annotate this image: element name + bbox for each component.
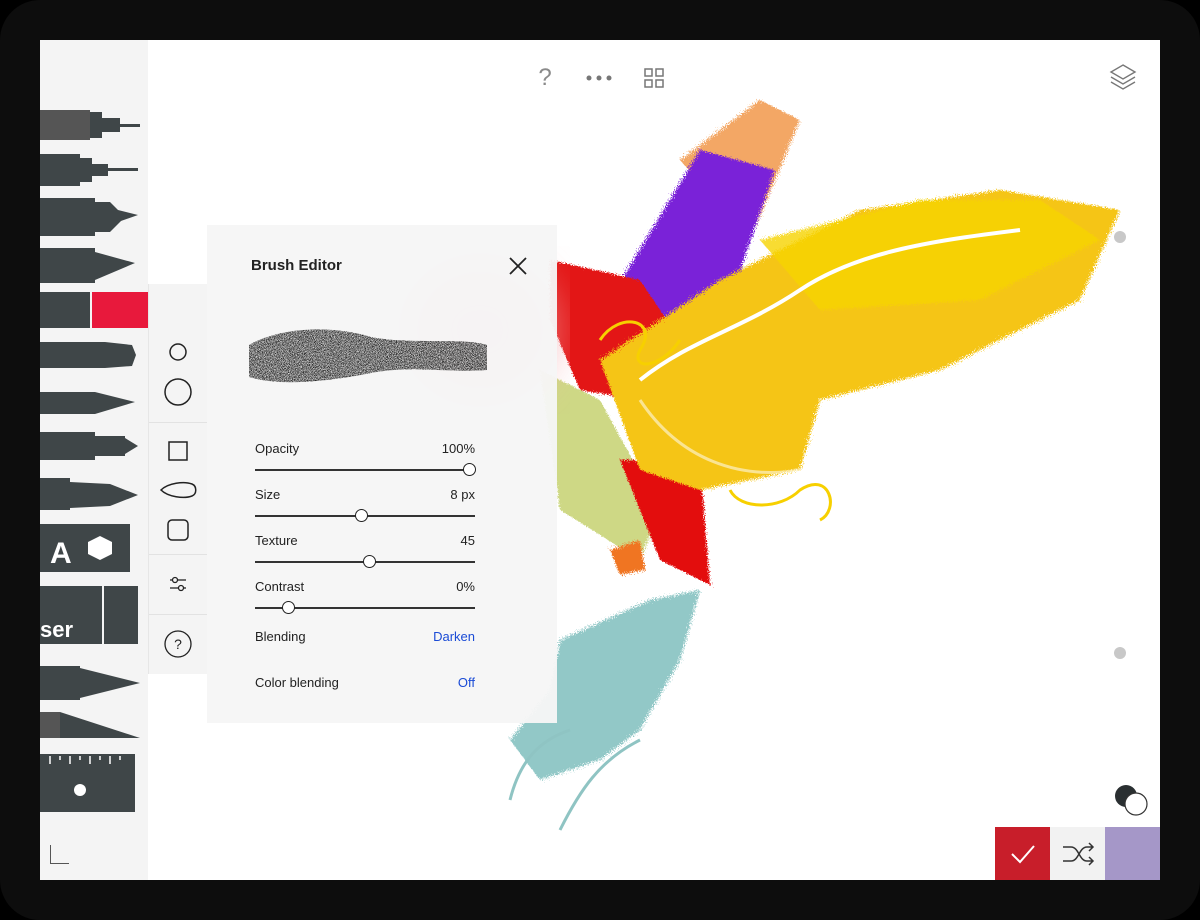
spray-tool[interactable] bbox=[40, 666, 140, 700]
size-row: Size 8 px bbox=[255, 487, 475, 507]
brush-settings-button[interactable] bbox=[149, 564, 207, 604]
texture-row: Texture 45 bbox=[255, 533, 475, 553]
square-tip-button[interactable] bbox=[149, 432, 207, 470]
ruler-tool[interactable] bbox=[40, 754, 135, 812]
close-icon[interactable] bbox=[503, 251, 533, 281]
color-swatch[interactable] bbox=[1105, 827, 1160, 880]
size-label: Size bbox=[255, 487, 281, 502]
shuffle-button[interactable] bbox=[1050, 827, 1105, 880]
divider bbox=[149, 422, 207, 423]
text-tool-letter: A bbox=[50, 537, 72, 570]
texture-value: 45 bbox=[460, 533, 475, 548]
contrast-slider[interactable] bbox=[255, 601, 475, 615]
large-circle-icon bbox=[164, 378, 192, 406]
drawing-screen: A ser ? ? Brush Editor Opacity 100% Size… bbox=[40, 40, 1160, 880]
size-slider[interactable] bbox=[255, 509, 475, 523]
slider-knob[interactable] bbox=[355, 509, 368, 522]
blending-value[interactable]: Darken bbox=[433, 629, 475, 644]
panel-title: Brush Editor bbox=[251, 257, 342, 274]
opacity-row: Opacity 100% bbox=[255, 441, 475, 461]
slider-knob[interactable] bbox=[463, 463, 476, 476]
watercolor-tool[interactable] bbox=[40, 432, 138, 460]
pastel-tool[interactable] bbox=[40, 342, 136, 368]
small-circle-icon bbox=[169, 343, 187, 361]
brush-stroke-preview bbox=[249, 329, 487, 383]
layers-icon[interactable] bbox=[1105, 60, 1141, 96]
teardrop-tip-button[interactable] bbox=[149, 472, 207, 508]
fountain-pen-tool[interactable] bbox=[40, 478, 138, 510]
opacity-slider[interactable] bbox=[255, 463, 476, 477]
slider-knob[interactable] bbox=[363, 555, 376, 568]
color-blending-label: Color blending bbox=[255, 675, 339, 690]
brush-options-bar: ? bbox=[148, 284, 207, 674]
opacity-value: 100% bbox=[441, 441, 475, 456]
blending-label: Blending bbox=[255, 629, 306, 644]
confirm-button[interactable] bbox=[995, 827, 1050, 880]
scroll-indicator-bottom[interactable] bbox=[1114, 647, 1126, 659]
eraser-label: ser bbox=[40, 617, 73, 642]
slider-track bbox=[255, 469, 475, 471]
contrast-value: 0% bbox=[456, 579, 475, 594]
rounded-square-button[interactable] bbox=[149, 510, 207, 550]
pencil-tool-selected[interactable] bbox=[40, 292, 184, 328]
opacity-label: Opacity bbox=[255, 441, 300, 456]
contrast-label: Contrast bbox=[255, 579, 305, 594]
brush-tools: A ser bbox=[40, 110, 184, 812]
sliders-icon bbox=[170, 576, 186, 592]
texture-slider[interactable] bbox=[255, 555, 475, 569]
blending-row[interactable]: Blending Darken bbox=[255, 629, 475, 649]
scroll-indicator-top[interactable] bbox=[1114, 231, 1126, 243]
grid-icon[interactable] bbox=[636, 60, 672, 96]
color-toggle-icon[interactable] bbox=[1112, 782, 1152, 818]
contrast-row: Contrast 0% bbox=[255, 579, 475, 599]
fineliner-tool[interactable] bbox=[40, 248, 135, 283]
brush-toolbar: A ser bbox=[40, 40, 184, 880]
more-icon[interactable] bbox=[581, 60, 617, 96]
device-frame: A ser ? ? Brush Editor Opacity 100% Size… bbox=[0, 0, 1200, 920]
marker-tool[interactable] bbox=[40, 198, 138, 236]
slider-knob[interactable] bbox=[282, 601, 295, 614]
checkmark-icon bbox=[1010, 844, 1035, 863]
divider bbox=[149, 614, 207, 615]
small-circle-button[interactable] bbox=[149, 334, 207, 370]
fill-tool[interactable] bbox=[40, 712, 140, 738]
color-blending-row[interactable]: Color blending Off bbox=[255, 675, 475, 695]
corner-icon[interactable] bbox=[50, 845, 69, 864]
divider bbox=[149, 554, 207, 555]
ruler-dot bbox=[74, 784, 86, 796]
question-icon[interactable]: ? bbox=[527, 60, 563, 96]
technical-pen-tool[interactable] bbox=[40, 154, 138, 186]
svg-text:?: ? bbox=[174, 636, 182, 652]
square-icon bbox=[168, 441, 188, 461]
brush-tool[interactable] bbox=[40, 392, 135, 414]
crosshatch-pen-tool[interactable] bbox=[40, 110, 140, 140]
help-circle-icon: ? bbox=[164, 630, 192, 658]
large-circle-button[interactable] bbox=[149, 372, 207, 412]
size-value: 8 px bbox=[450, 487, 475, 502]
brush-editor-panel: Brush Editor Opacity 100% Size 8 px Texture 4… bbox=[207, 225, 557, 723]
texture-label: Texture bbox=[255, 533, 298, 548]
color-blending-value[interactable]: Off bbox=[458, 675, 475, 690]
shuffle-icon bbox=[1062, 841, 1094, 866]
teardrop-icon bbox=[159, 481, 197, 499]
rounded-square-icon bbox=[167, 519, 189, 541]
help-button[interactable]: ? bbox=[149, 624, 207, 664]
